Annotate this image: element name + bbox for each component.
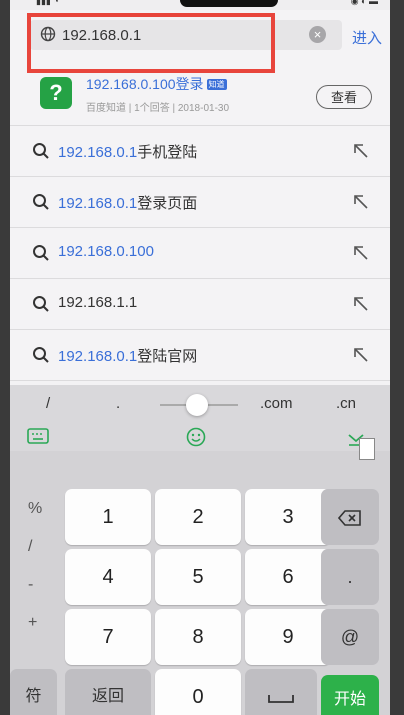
question-icon: ? [40,77,72,109]
minus-key[interactable]: - [28,576,33,594]
fill-arrow-icon[interactable] [351,243,371,263]
history-item[interactable]: 192.168.0.1登录页面 [10,177,390,228]
symbol-key[interactable]: 符 [10,669,57,715]
keyboard-icon[interactable] [27,427,49,445]
at-key[interactable]: @ [321,609,379,665]
clear-icon[interactable]: × [309,26,326,43]
dot-key[interactable]: . [321,549,379,605]
com-quick-key[interactable]: .com [260,395,293,412]
search-icon [33,143,49,159]
slash-quick-key[interactable]: / [46,395,50,412]
digit-key-4[interactable]: 4 [65,549,151,605]
fill-arrow-icon[interactable] [351,192,371,212]
history-item[interactable]: 192.168.0.100 [10,228,390,279]
digit-key-6[interactable]: 6 [245,549,331,605]
phone-bezel-left [0,0,10,715]
plus-key[interactable]: + [28,614,37,632]
search-icon [33,194,49,210]
enter-button[interactable]: 进入 [352,27,382,48]
phone-screen: ▮▮▮ ◔ ◉ ◐ ▬ 192.168.0.1 × 进入 ? 192.168.0… [10,0,390,715]
digit-key-8[interactable]: 8 [155,609,241,665]
digit-key-1[interactable]: 1 [65,489,151,545]
space-icon [268,695,294,704]
digit-key-9[interactable]: 9 [245,609,331,665]
signal-icon: ▮▮▮ ◔ [36,0,59,6]
source-badge: 知道 [206,79,227,90]
view-button[interactable]: 查看 [316,85,372,109]
history-text: 192.168.1.1 [58,294,138,311]
backspace-key[interactable] [321,489,379,545]
back-key[interactable]: 返回 [65,669,151,715]
search-icon [33,245,49,261]
history-text: 192.168.0.1登陆官网 [58,348,198,365]
fill-arrow-icon[interactable] [351,294,371,314]
slash-key[interactable]: / [28,538,32,556]
cn-quick-key[interactable]: .cn [336,395,356,412]
history-item[interactable]: 192.168.0.1登陆官网 [10,330,390,381]
history-item[interactable]: 192.168.0.1手机登陆 [10,126,390,177]
keyboard-icon-row [10,423,390,451]
search-icon [33,296,49,312]
digit-key-3[interactable]: 3 [245,489,331,545]
suggestion-card[interactable]: ? 192.168.0.100登录 知道 百度知道 | 1个回答 | 2018-0… [10,68,390,126]
percent-key[interactable]: % [28,500,42,518]
digit-key-5[interactable]: 5 [155,549,241,605]
digit-key-2[interactable]: 2 [155,489,241,545]
dot-quick-key[interactable]: . [116,395,120,412]
side-sticker [359,438,375,460]
history-item[interactable]: 192.168.1.1 [10,279,390,330]
start-button[interactable]: 开始 [321,675,379,715]
digit-key-0[interactable]: 0 [155,669,241,715]
camera-notch [180,0,278,7]
status-icons: ◉ ◐ ▬ [350,0,378,6]
fill-arrow-icon[interactable] [351,345,371,365]
keyboard-toolbar: / . .com .cn [10,385,390,451]
history-text: 192.168.0.100 [58,243,154,260]
backspace-icon [337,510,361,527]
quick-keys-row: / . .com .cn [10,385,390,423]
suggestion-title-text: 192.168.0.100登录 [86,76,204,92]
highlight-box [27,13,275,73]
history-text: 192.168.0.1手机登陆 [58,144,198,161]
number-keyboard: % / - + 1 2 3 4 5 6 . 7 8 9 @ 符 返回 0 开始 [10,451,390,715]
suggestion-title[interactable]: 192.168.0.100登录 知道 [86,74,227,94]
emoji-icon[interactable] [186,427,206,447]
search-icon [33,347,49,363]
suggestion-meta: 百度知道 | 1个回答 | 2018-01-30 [86,103,230,114]
cursor-slider-knob[interactable] [186,394,208,416]
history-text: 192.168.0.1登录页面 [58,195,198,212]
digit-key-7[interactable]: 7 [65,609,151,665]
phone-bezel-right [390,0,404,715]
address-bar-row: 192.168.0.1 × 进入 [10,10,390,73]
fill-arrow-icon[interactable] [351,141,371,161]
space-key[interactable] [245,669,317,715]
